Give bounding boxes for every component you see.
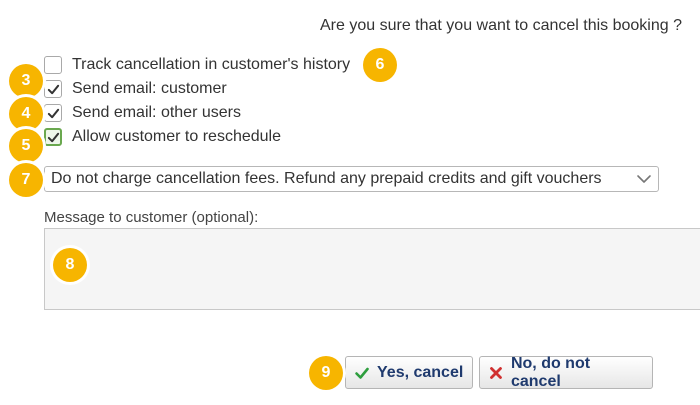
option-allow-reschedule[interactable]: Allow customer to reschedule (44, 126, 281, 148)
no-cancel-button[interactable]: No, do not cancel (479, 354, 653, 390)
step-marker-7: 7 (9, 163, 43, 197)
option-label: Allow customer to reschedule (72, 128, 281, 145)
check-icon (355, 367, 369, 379)
cancellation-fee-select[interactable]: Do not charge cancellation fees. Refund … (44, 166, 659, 192)
step-marker-6: 6 (363, 48, 397, 82)
step-marker-8: 8 (53, 248, 87, 282)
message-label: Message to customer (optional): (44, 209, 259, 226)
chevron-down-icon (637, 175, 651, 183)
checkbox-allow-reschedule[interactable] (44, 128, 62, 146)
step-marker-9: 9 (309, 356, 343, 390)
cancel-question: Are you sure that you want to cancel thi… (320, 17, 682, 34)
checkbox-email-customer[interactable] (44, 80, 62, 98)
check-icon (47, 132, 59, 142)
checkbox-track-history[interactable] (44, 56, 62, 74)
no-cancel-label: No, do not cancel (510, 354, 591, 390)
step-marker-3: 3 (9, 64, 43, 98)
option-track-history[interactable]: Track cancellation in customer's history (44, 54, 350, 76)
option-label: Send email: other users (72, 104, 241, 121)
step-marker-5: 5 (9, 129, 43, 163)
check-icon (47, 84, 59, 94)
option-email-customer[interactable]: Send email: customer (44, 78, 227, 100)
option-label: Track cancellation in customer's history (72, 56, 351, 73)
option-email-others[interactable]: Send email: other users (44, 102, 241, 124)
step-marker-4: 4 (9, 97, 43, 131)
yes-cancel-button[interactable]: Yes, cancel (345, 356, 473, 389)
checkbox-email-others[interactable] (44, 104, 62, 122)
yes-cancel-label: Yes, cancel (377, 363, 464, 381)
check-icon (47, 108, 59, 118)
option-label: Send email: customer (72, 80, 227, 97)
message-textarea[interactable] (44, 228, 700, 310)
fee-select-value: Do not charge cancellation fees. Refund … (51, 170, 602, 187)
x-icon (490, 366, 502, 379)
